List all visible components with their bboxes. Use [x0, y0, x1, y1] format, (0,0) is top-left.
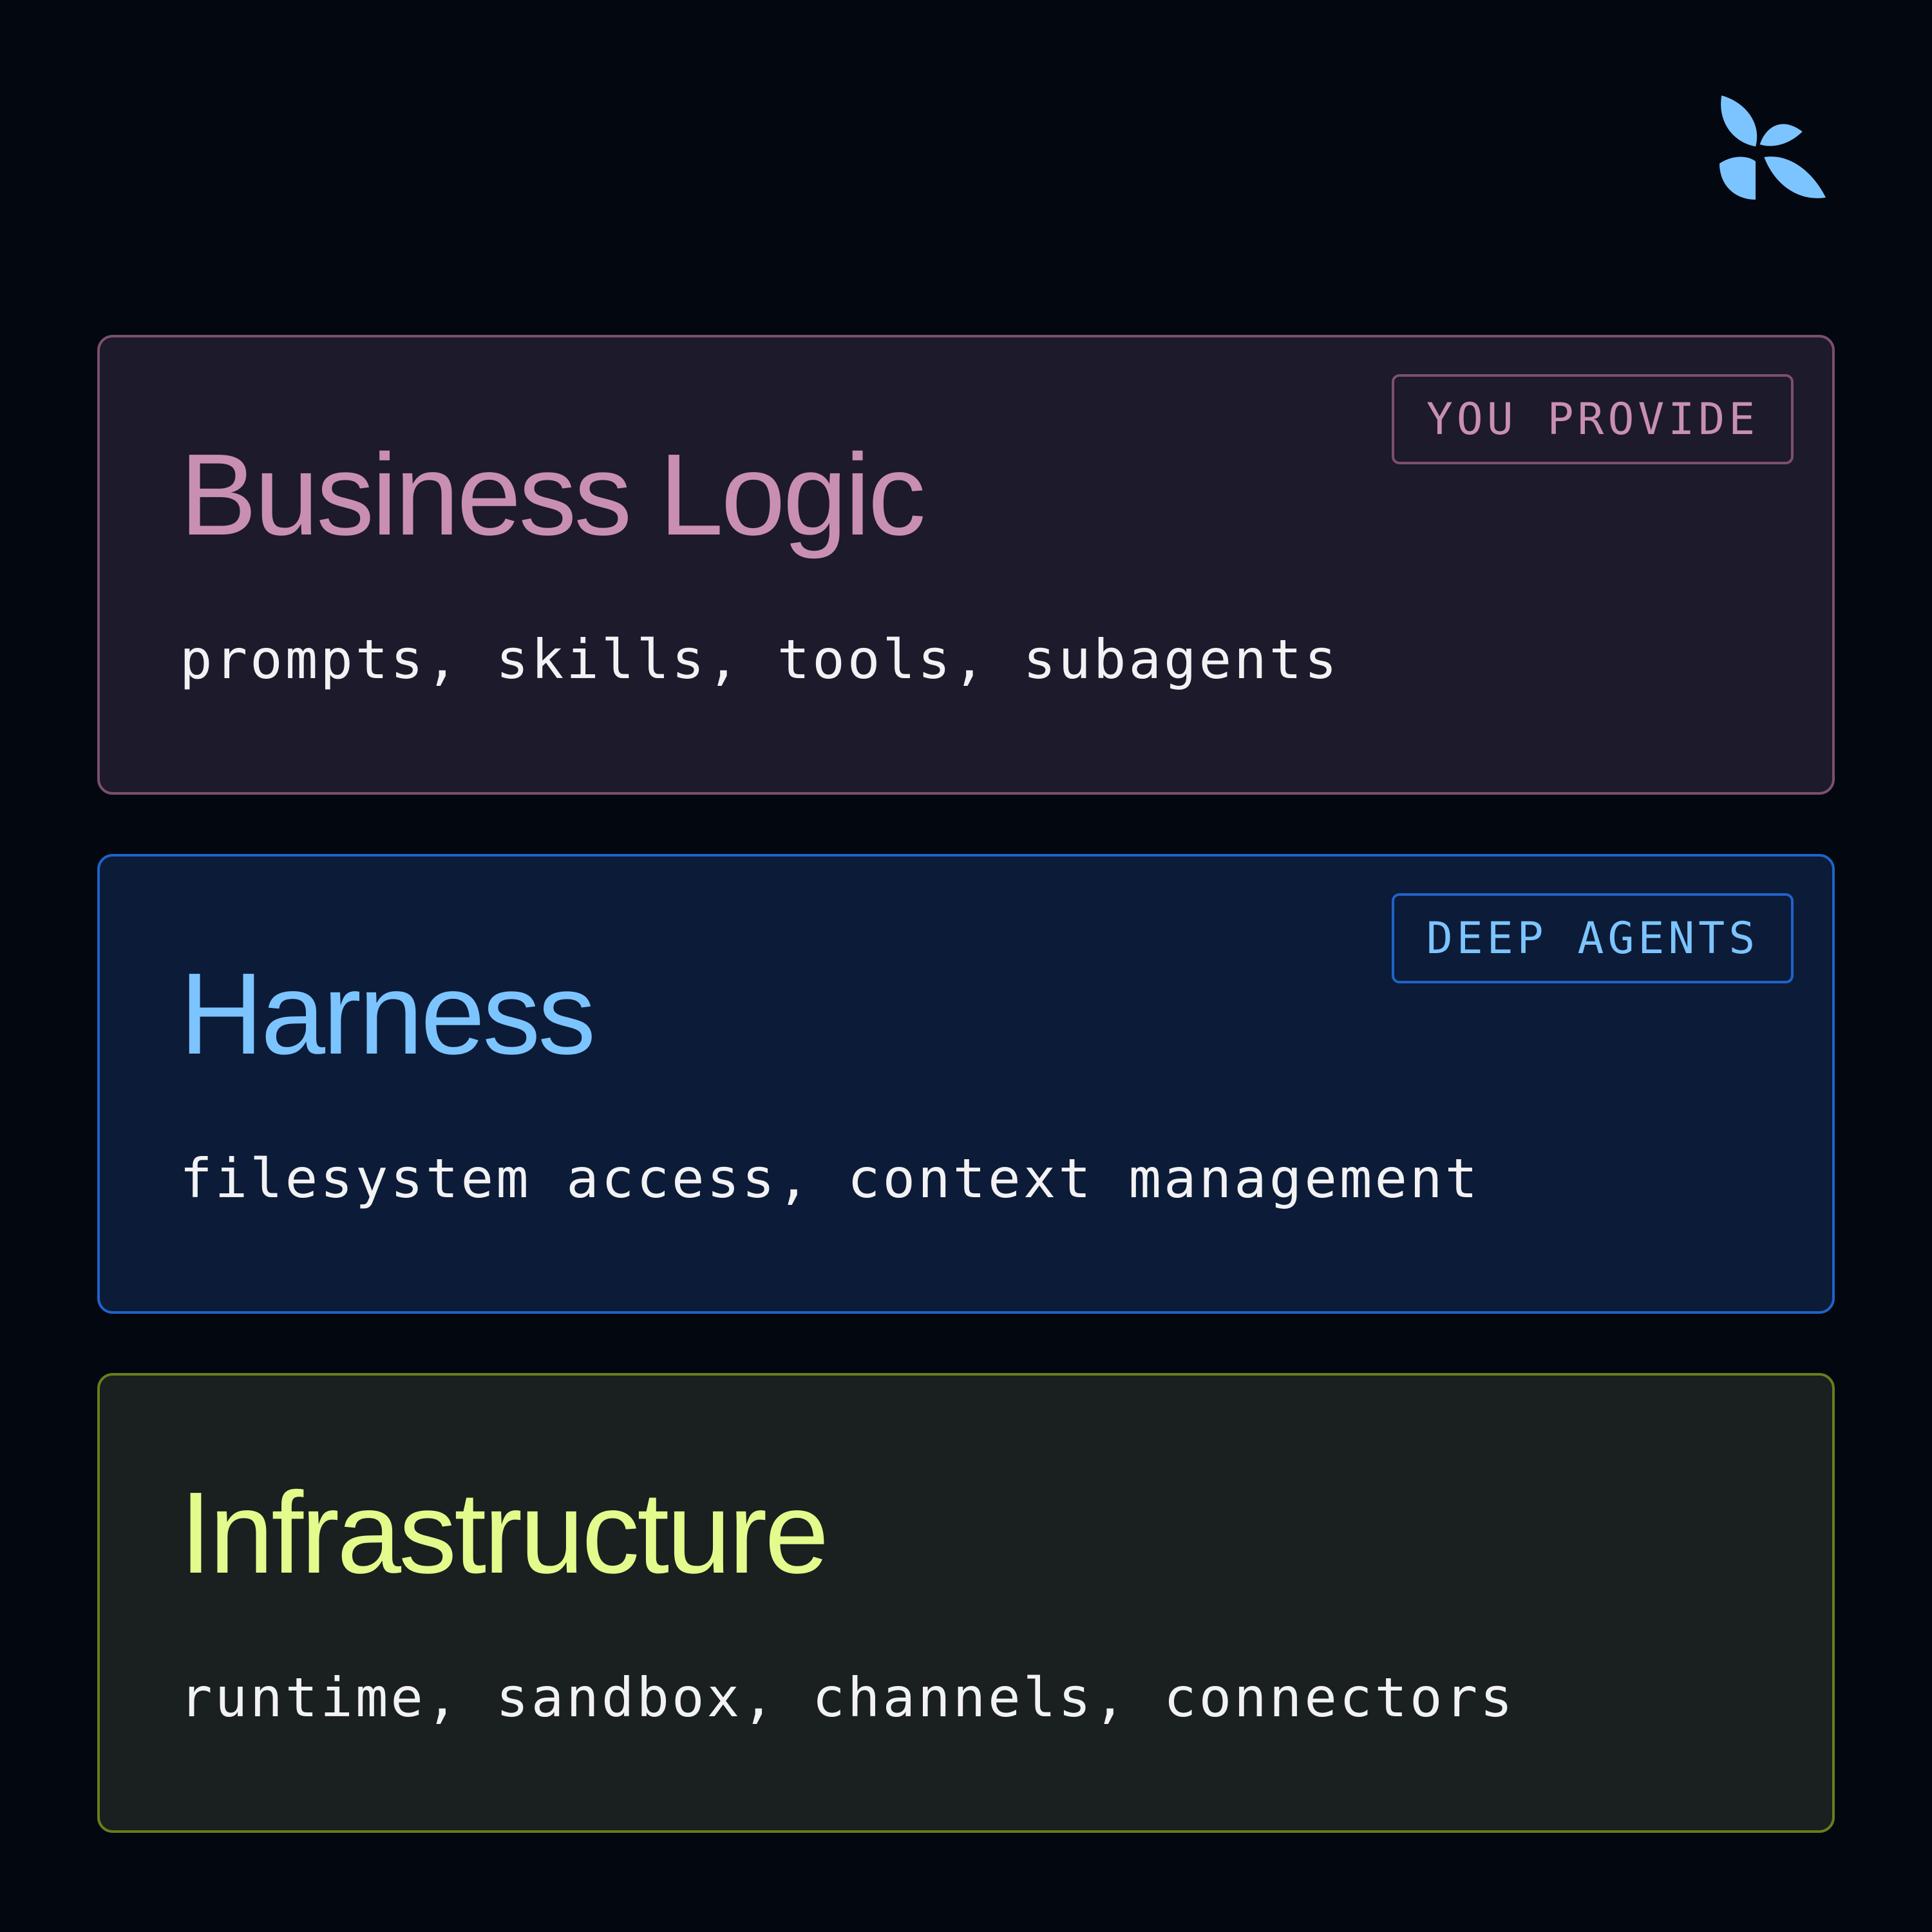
deep-agents-badge: DEEP AGENTS — [1392, 893, 1794, 983]
you-provide-badge: YOU PROVIDE — [1392, 374, 1794, 464]
business-logic-title: Business Logic — [180, 430, 926, 560]
infrastructure-layer-card: Infrastructure runtime, sandbox, channel… — [97, 1373, 1835, 1833]
harness-layer-card: DEEP AGENTS Harness filesystem access, c… — [97, 854, 1835, 1314]
harness-title: Harness — [180, 949, 596, 1079]
leaf-petals-logo-icon — [1719, 95, 1826, 200]
infrastructure-title: Infrastructure — [180, 1468, 829, 1598]
business-logic-description: prompts, skills, tools, subagents — [180, 628, 1340, 691]
harness-description: filesystem access, context management — [180, 1147, 1481, 1210]
infrastructure-description: runtime, sandbox, channels, connectors — [180, 1666, 1515, 1729]
business-logic-layer-card: YOU PROVIDE Business Logic prompts, skil… — [97, 335, 1835, 795]
